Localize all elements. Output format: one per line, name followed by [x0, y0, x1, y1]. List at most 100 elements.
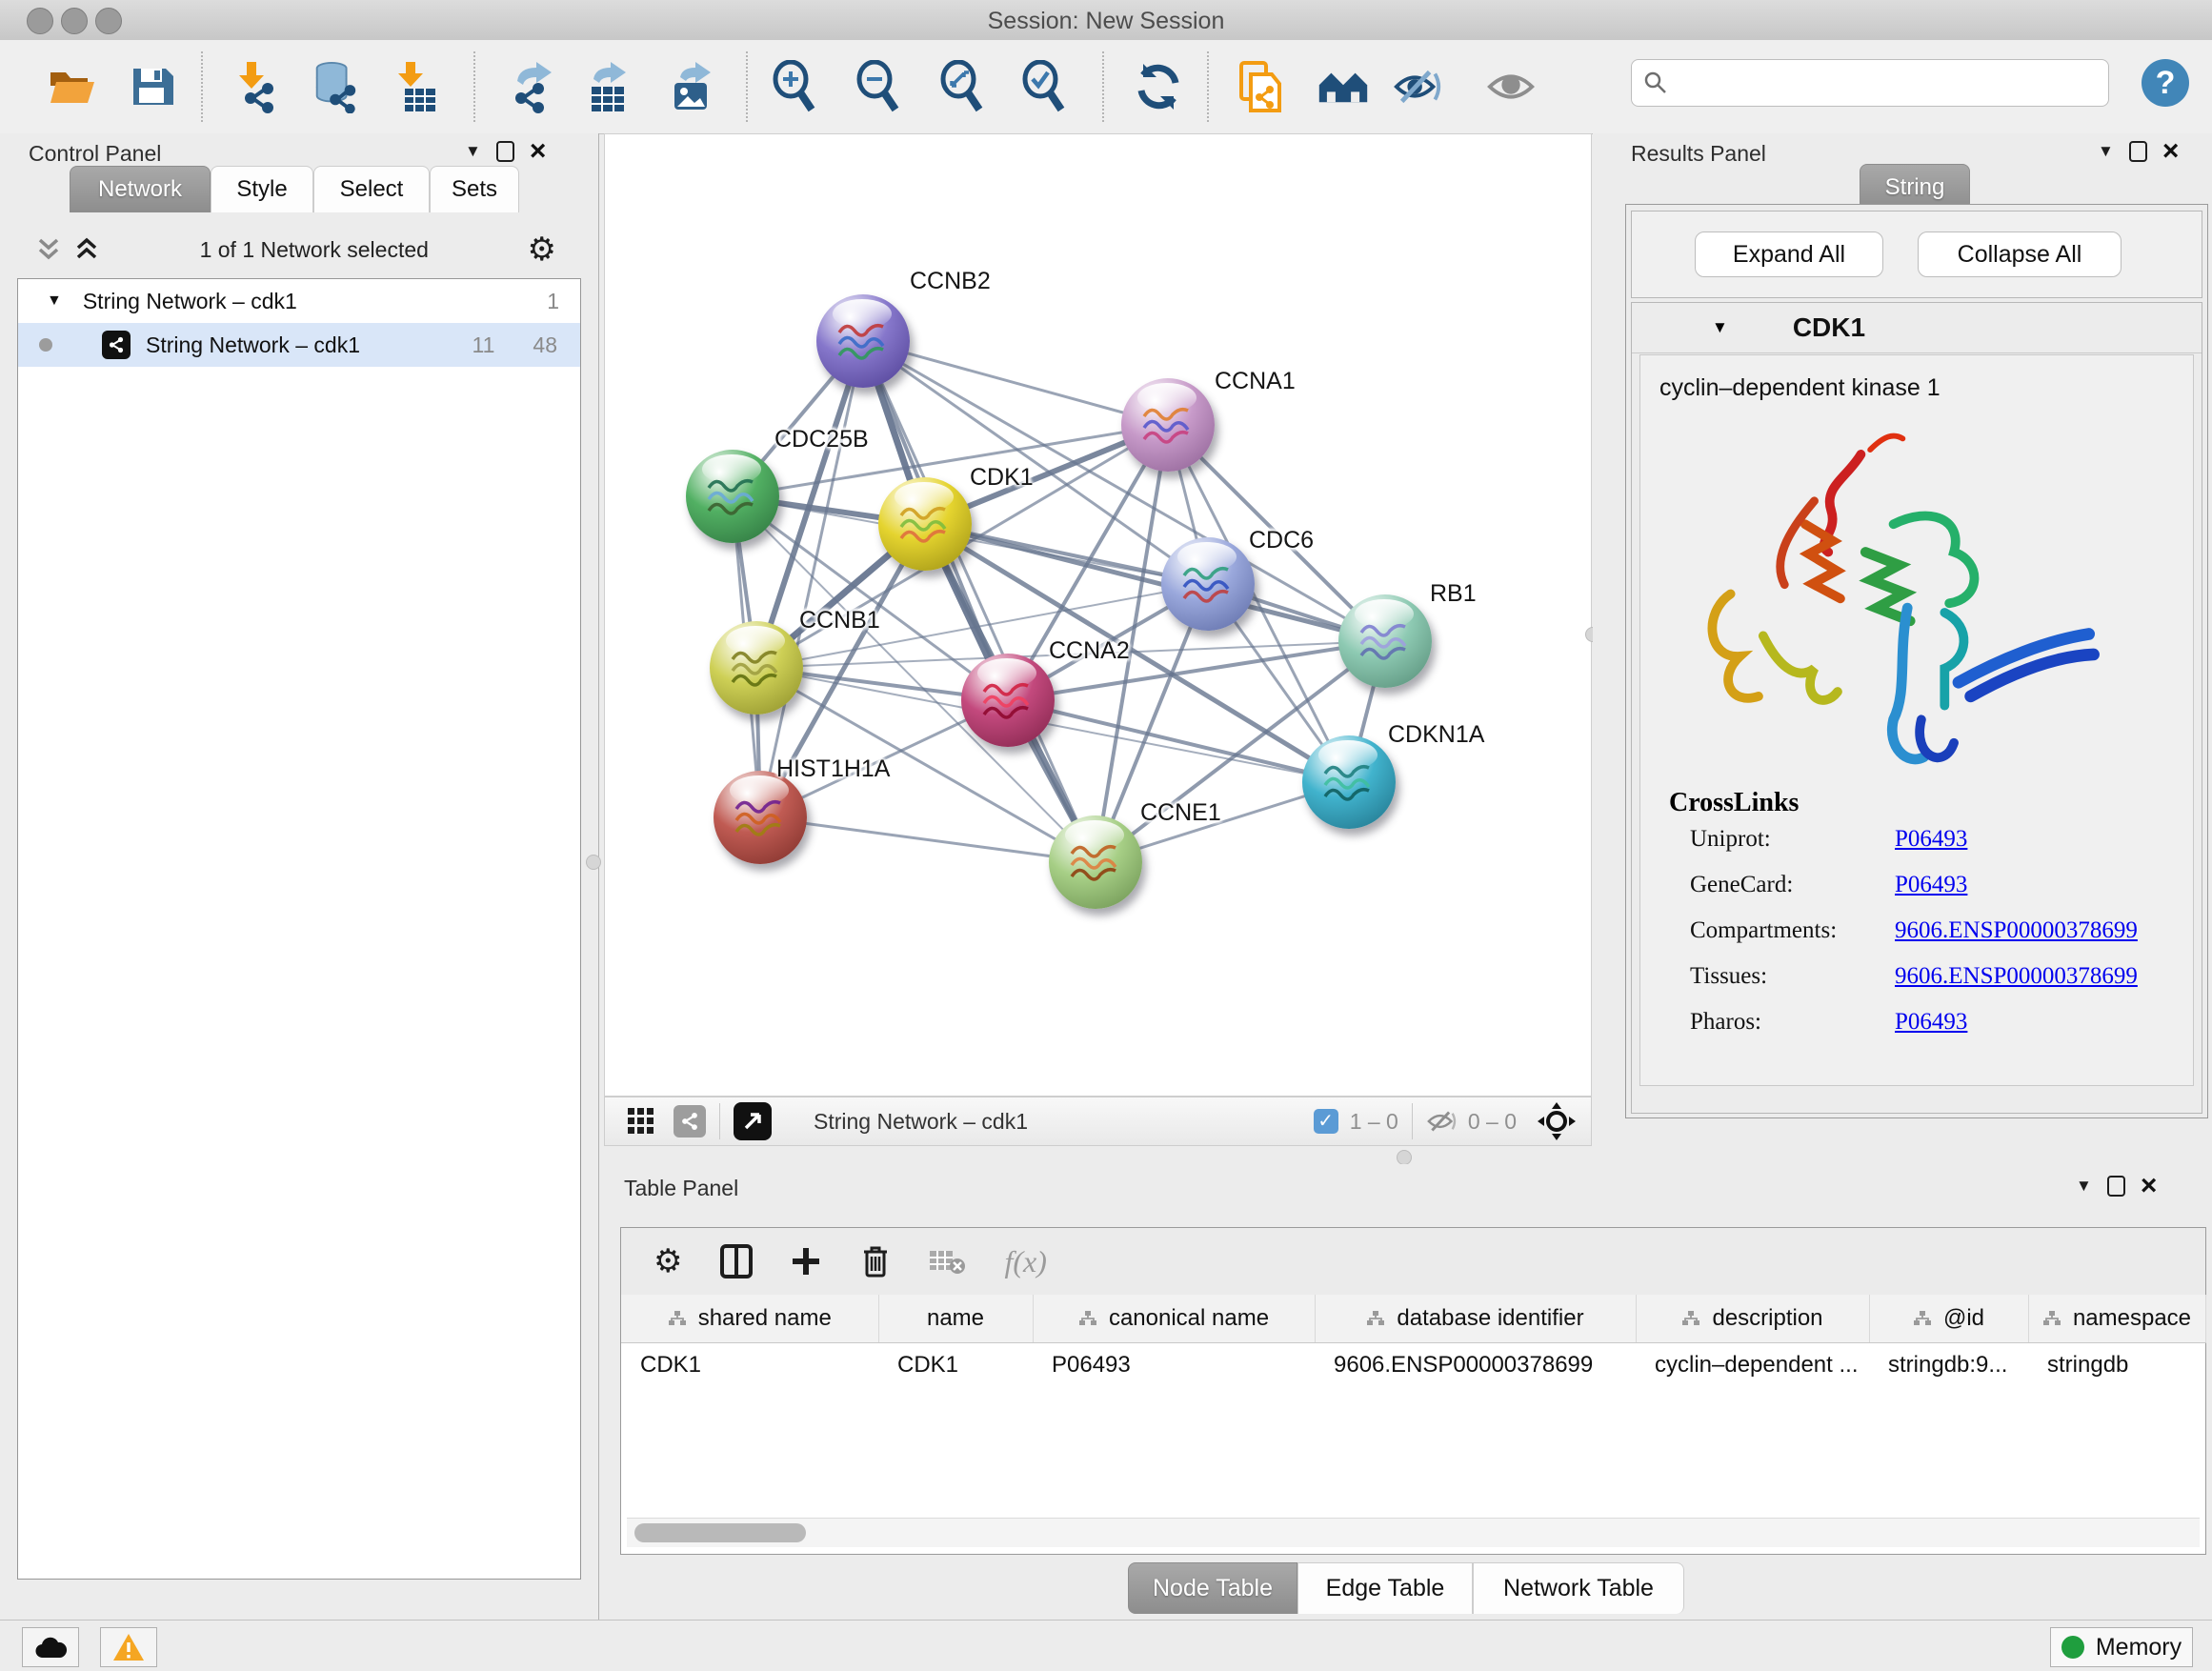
tab-edge-table[interactable]: Edge Table [1297, 1562, 1473, 1614]
create-column-plus-icon[interactable] [791, 1246, 821, 1277]
column-header[interactable]: shared name [621, 1295, 878, 1343]
crosslink-link[interactable]: P06493 [1895, 826, 1967, 853]
column-header[interactable]: @id [1869, 1295, 2028, 1343]
bottom-splitter-handle[interactable] [1397, 1150, 1412, 1165]
copy-network-button[interactable] [1235, 61, 1286, 112]
scrollbar-thumb[interactable] [634, 1523, 806, 1542]
left-splitter-handle[interactable] [586, 855, 601, 870]
export-network-button[interactable] [504, 61, 555, 112]
expand-all-button[interactable]: Expand All [1695, 232, 1883, 277]
tab-sets[interactable]: Sets [430, 166, 519, 212]
column-header[interactable]: description [1636, 1295, 1869, 1343]
help-button[interactable]: ? [2142, 59, 2189, 107]
panel-float-icon[interactable] [2107, 1176, 2125, 1197]
crosslink-link[interactable]: 9606.ENSP00000378699 [1895, 917, 2138, 944]
cell-canonical-name[interactable]: P06493 [1033, 1343, 1315, 1388]
node-protein-thumbnail [1352, 612, 1418, 678]
birds-eye-view-icon[interactable] [674, 1105, 706, 1137]
network-node[interactable] [714, 771, 807, 864]
cell-id[interactable]: stringdb:9... [1869, 1343, 2028, 1388]
network-node[interactable] [1049, 815, 1142, 909]
tree-expander-icon[interactable]: ▼ [47, 292, 62, 310]
hide-selected-button[interactable] [1393, 61, 1444, 112]
table-row[interactable]: CDK1 CDK1 P06493 9606.ENSP00000378699 cy… [621, 1343, 2205, 1388]
selected-checkbox-icon[interactable]: ✓ [1314, 1109, 1338, 1134]
crosslink-link[interactable]: 9606.ENSP00000378699 [1895, 963, 2138, 990]
node-label: CCNA1 [1215, 368, 1296, 395]
node-protein-thumbnail [1316, 753, 1382, 819]
save-session-button[interactable] [126, 61, 177, 112]
crosslink-link[interactable]: P06493 [1895, 872, 1967, 898]
network-canvas[interactable]: CCNB2CCNA1CDC25BCDK1CDC6RB1CCNB1CCNA2CDK… [604, 133, 1592, 1097]
panel-menu-icon[interactable]: ▼ [2098, 142, 2114, 161]
delete-column-trash-icon[interactable] [861, 1244, 890, 1278]
column-header[interactable]: database identifier [1315, 1295, 1636, 1343]
zoom-out-button[interactable] [853, 61, 904, 112]
grid-view-icon[interactable] [626, 1106, 656, 1137]
tab-style[interactable]: Style [211, 166, 313, 212]
zoom-selected-button[interactable] [1018, 61, 1070, 112]
network-node[interactable] [1302, 735, 1396, 829]
detach-view-icon[interactable] [734, 1102, 772, 1140]
panel-menu-icon[interactable]: ▼ [465, 142, 481, 161]
import-network-from-database-button[interactable] [310, 61, 361, 112]
panel-float-icon[interactable] [496, 141, 514, 162]
network-row[interactable]: String Network – cdk1 11 48 [18, 323, 580, 367]
network-node[interactable] [878, 477, 972, 571]
export-table-button[interactable] [582, 61, 633, 112]
tab-network-table[interactable]: Network Table [1473, 1562, 1684, 1614]
cell-database-identifier[interactable]: 9606.ENSP00000378699 [1315, 1343, 1636, 1388]
column-header[interactable]: name [878, 1295, 1033, 1343]
panel-close-icon[interactable]: × [2141, 1177, 2158, 1196]
warnings-button[interactable] [100, 1627, 157, 1667]
network-node[interactable] [816, 294, 910, 388]
network-options-gear-icon[interactable]: ⚙ [528, 233, 556, 266]
network-node[interactable] [961, 654, 1055, 747]
delete-table-icon[interactable] [928, 1247, 966, 1276]
toolbar-divider [1207, 51, 1209, 122]
open-session-button[interactable] [46, 61, 97, 112]
network-node[interactable] [686, 450, 779, 543]
collapse-all-button[interactable]: Collapse All [1918, 232, 2122, 277]
expand-all-tree-icon[interactable] [72, 237, 101, 262]
tab-node-table[interactable]: Node Table [1128, 1562, 1297, 1614]
entry-expander-icon[interactable]: ▼ [1712, 318, 1728, 337]
collapse-all-tree-icon[interactable] [34, 237, 63, 262]
search-input[interactable] [1668, 70, 2091, 97]
show-hidden-button[interactable] [1486, 61, 1538, 112]
zoom-in-button[interactable] [769, 61, 820, 112]
apply-layout-button[interactable] [1133, 61, 1184, 112]
import-table-button[interactable] [390, 61, 441, 112]
crosslink-link[interactable]: P06493 [1895, 1009, 1967, 1036]
panel-close-icon[interactable]: × [2162, 142, 2180, 161]
tab-network[interactable]: Network [70, 166, 211, 212]
memory-button[interactable]: Memory [2050, 1627, 2193, 1667]
cloud-status-button[interactable] [22, 1627, 79, 1667]
panel-close-icon[interactable]: × [530, 142, 547, 161]
cell-name[interactable]: CDK1 [878, 1343, 1033, 1388]
network-collection-row[interactable]: ▼ String Network – cdk1 1 [18, 279, 580, 323]
network-node[interactable] [710, 621, 803, 715]
panel-float-icon[interactable] [2129, 141, 2147, 162]
table-options-gear-icon[interactable]: ⚙ [654, 1245, 682, 1278]
column-header[interactable]: canonical name [1033, 1295, 1315, 1343]
entry-header-row[interactable]: ▼ CDK1 [1632, 303, 2202, 353]
show-all-networks-button[interactable] [1317, 61, 1369, 112]
import-network-button[interactable] [230, 61, 281, 112]
network-node[interactable] [1338, 594, 1432, 688]
fit-content-crosshair-icon[interactable] [1538, 1102, 1576, 1140]
cell-shared-name[interactable]: CDK1 [621, 1343, 878, 1388]
function-builder-button[interactable]: f(x) [1004, 1244, 1046, 1279]
copy-documents-icon [1236, 59, 1285, 114]
tab-select[interactable]: Select [313, 166, 430, 212]
panel-menu-icon[interactable]: ▼ [2076, 1177, 2092, 1196]
show-columns-icon[interactable] [720, 1244, 753, 1278]
export-image-button[interactable] [667, 61, 718, 112]
network-node[interactable] [1121, 378, 1215, 472]
network-node[interactable] [1161, 537, 1255, 631]
cell-description[interactable]: cyclin–dependent ... [1636, 1343, 1869, 1388]
column-header[interactable]: namespace [2028, 1295, 2205, 1343]
zoom-fit-button[interactable] [936, 61, 988, 112]
cell-namespace[interactable]: stringdb [2028, 1343, 2205, 1388]
table-horizontal-scrollbar[interactable] [627, 1518, 2200, 1547]
